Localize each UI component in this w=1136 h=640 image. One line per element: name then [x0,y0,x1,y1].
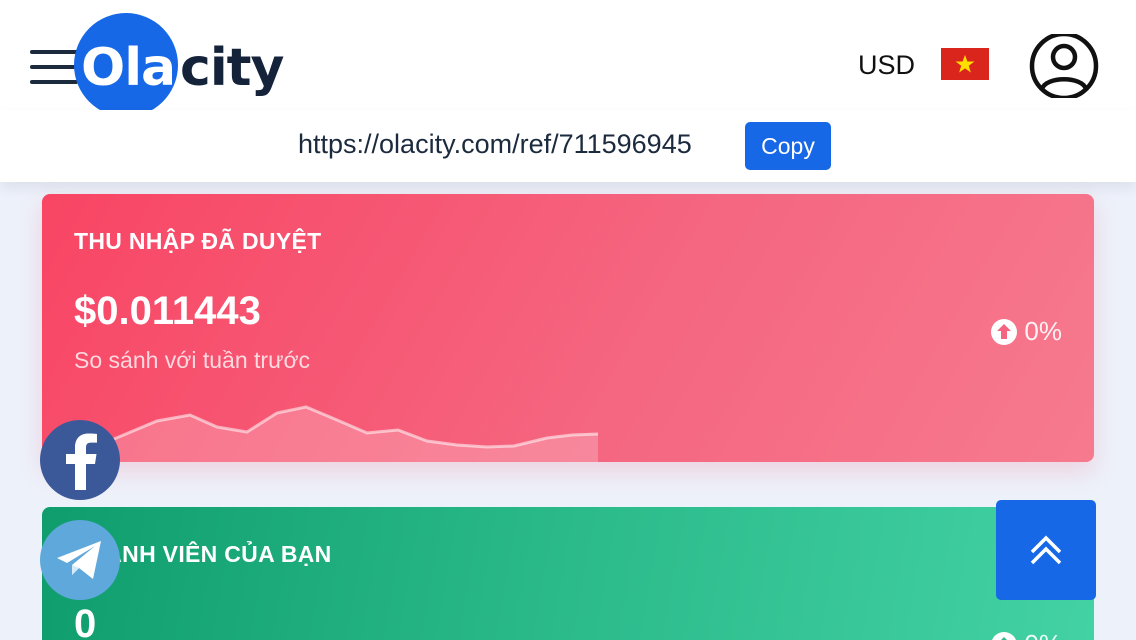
logo-city-text: city [180,38,284,98]
your-members-card: THÀNH VIÊN CỦA BẠN 0 0% [42,507,1094,640]
facebook-button[interactable] [40,420,120,500]
top-header: Ola city USD [0,0,1136,117]
facebook-icon [66,433,97,490]
copy-button[interactable]: Copy [745,122,831,170]
telegram-button[interactable] [40,520,120,600]
arrow-up-circle-icon [991,318,1018,345]
change-indicator: 0% [990,316,1062,347]
card-value: 0 [74,602,97,640]
vietnam-flag-icon[interactable] [941,48,989,80]
double-chevron-up-icon [1030,535,1062,565]
arrow-up-circle-icon [992,631,1017,640]
referral-link[interactable]: https://olacity.com/ref/711596945 [298,129,692,160]
card-subtitle: So sánh với tuần trước [74,347,311,373]
currency-selector[interactable]: USD [858,50,915,81]
approved-income-card: THU NHẬP ĐÃ DUYỆT $0.011443 So sánh với … [42,194,1094,462]
card-title: THU NHẬP ĐÃ DUYỆT [74,228,322,254]
income-sparkline [42,405,598,462]
change-value: 0% [1024,629,1062,640]
hamburger-menu-icon[interactable] [30,50,78,84]
change-value: 0% [1024,316,1062,346]
scroll-to-top-button[interactable] [996,500,1096,600]
card-value: $0.011443 [74,289,261,333]
change-indicator: 0% [990,629,1062,640]
telegram-icon [57,541,101,579]
olacity-logo[interactable]: Ola city [74,12,294,117]
user-account-icon[interactable] [1029,31,1101,101]
logo-ola-text: Ola [81,38,176,98]
